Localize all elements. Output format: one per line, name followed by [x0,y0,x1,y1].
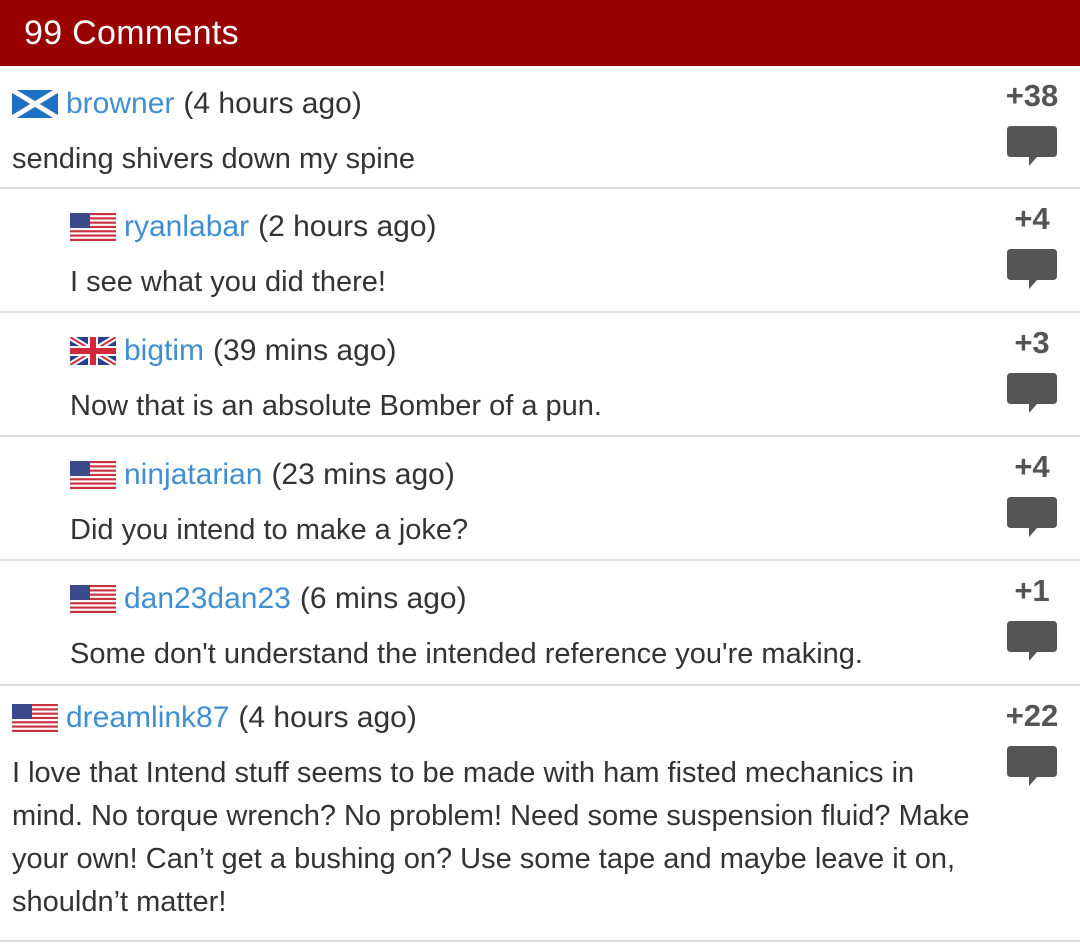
comment-text: Did you intend to make a joke? [70,514,469,546]
comment-side: +1 [1002,573,1062,667]
comment-timestamp: (4 hours ago) [238,701,417,734]
comment-username[interactable]: browner [66,84,174,124]
comment-side: +4 [1002,201,1062,295]
usa-flag-icon [12,704,58,732]
reply-bubble-icon[interactable] [1007,373,1057,419]
comment-timestamp: (23 mins ago) [271,458,455,491]
comment-reply: ryanlabar (2 hours ago) I see what you d… [0,189,1080,313]
comment-side: +4 [1002,449,1062,543]
comment-text: Some don't understand the intended refer… [70,638,863,670]
comments-count-title: 99 Comments [24,13,239,52]
usa-flag-icon [70,213,116,241]
comment-meta: ryanlabar (2 hours ago) [70,189,1080,247]
comment-reply: ninjatarian (23 mins ago) Did you intend… [0,437,1080,561]
reply-bubble-icon[interactable] [1007,249,1057,295]
comment-username[interactable]: dreamlink87 [66,698,229,738]
comment-side: +22 [1002,698,1062,792]
usa-flag-icon [70,461,116,489]
reply-bubble-icon[interactable] [1007,746,1057,792]
comment-timestamp: (2 hours ago) [258,210,437,243]
comment-username[interactable]: bigtim [124,331,204,371]
comment-score: +22 [1005,698,1059,733]
reply-bubble-icon[interactable] [1007,497,1057,543]
reply-bubble-icon[interactable] [1007,621,1057,667]
comment-side: +3 [1002,325,1062,419]
comment-timestamp: (39 mins ago) [213,334,397,367]
comment-reply: bigtim (39 mins ago) Now that is an abso… [0,313,1080,437]
comment-username[interactable]: dan23dan23 [124,579,291,619]
comment-timestamp: (6 mins ago) [299,582,467,615]
comment-score: +38 [1005,78,1059,113]
comment-username[interactable]: ninjatarian [124,455,262,495]
comment-text: sending shivers down my spine [12,143,415,175]
uk-flag-icon [70,337,116,365]
comments-header: 99 Comments [0,0,1080,66]
comment-side: +38 [1002,78,1062,172]
comment-meta: bigtim (39 mins ago) [70,313,1080,371]
comment-score: +4 [1014,201,1050,236]
comment-score: +1 [1014,573,1050,608]
comment: browner (4 hours ago) sending shivers do… [0,66,1080,189]
comment-score: +4 [1014,449,1050,484]
comment-meta: ninjatarian (23 mins ago) [70,437,1080,495]
comment-meta: dan23dan23 (6 mins ago) [70,561,1080,619]
comment-meta: dreamlink87 (4 hours ago) [12,686,1080,738]
comment-timestamp: (4 hours ago) [183,87,362,120]
comment-text: I see what you did there! [70,266,386,298]
comment: dreamlink87 (4 hours ago) I love that In… [0,686,1080,942]
usa-flag-icon [70,585,116,613]
comment-meta: browner (4 hours ago) [12,66,1080,124]
comment-text: Now that is an absolute Bomber of a pun. [70,390,602,422]
comment-text: I love that Intend stuff seems to be mad… [12,757,970,918]
comment-reply: dan23dan23 (6 mins ago) Some don't under… [0,561,1080,686]
scotland-flag-icon [12,90,58,118]
comment-username[interactable]: ryanlabar [124,207,249,247]
comment-score: +3 [1014,325,1050,360]
reply-bubble-icon[interactable] [1007,126,1057,172]
